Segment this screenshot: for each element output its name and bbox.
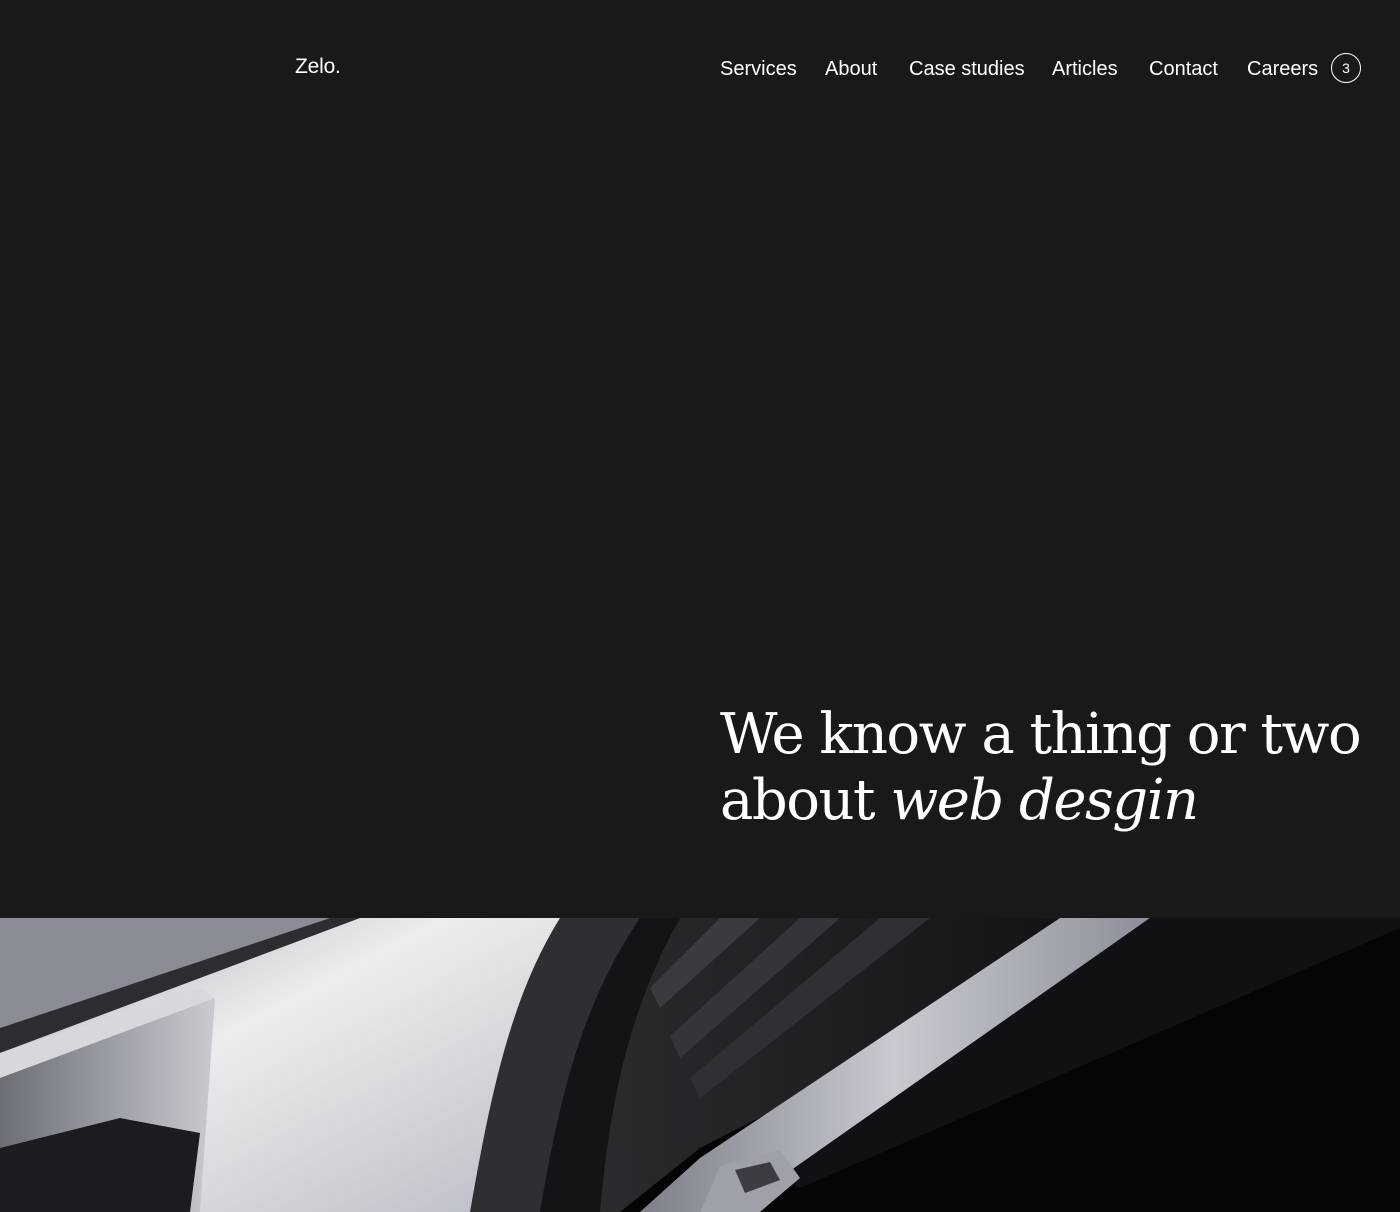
hero-heading: We know a thing or two about web desgin [720, 702, 1362, 834]
nav-item-contact[interactable]: Contact [1149, 55, 1218, 83]
nav-item-services[interactable]: Services [720, 55, 797, 83]
hero-metallic-render [0, 918, 1400, 1212]
hero-heading-emphasis: web desgin [890, 768, 1199, 833]
nav-item-about[interactable]: About [825, 55, 877, 83]
site-logo[interactable]: Zelo. [295, 55, 341, 79]
hero-heading-line-1: We know a thing or two [720, 702, 1362, 767]
nav-item-case-studies[interactable]: Case studies [909, 55, 1025, 83]
hero-heading-line-2: about web desgin [720, 768, 1360, 834]
nav-item-careers[interactable]: Careers [1247, 55, 1318, 83]
hero-image [0, 918, 1400, 1212]
hero-heading-prefix: about [720, 768, 891, 833]
careers-count-badge: 3 [1331, 53, 1361, 83]
nav-item-articles[interactable]: Articles [1052, 55, 1118, 83]
